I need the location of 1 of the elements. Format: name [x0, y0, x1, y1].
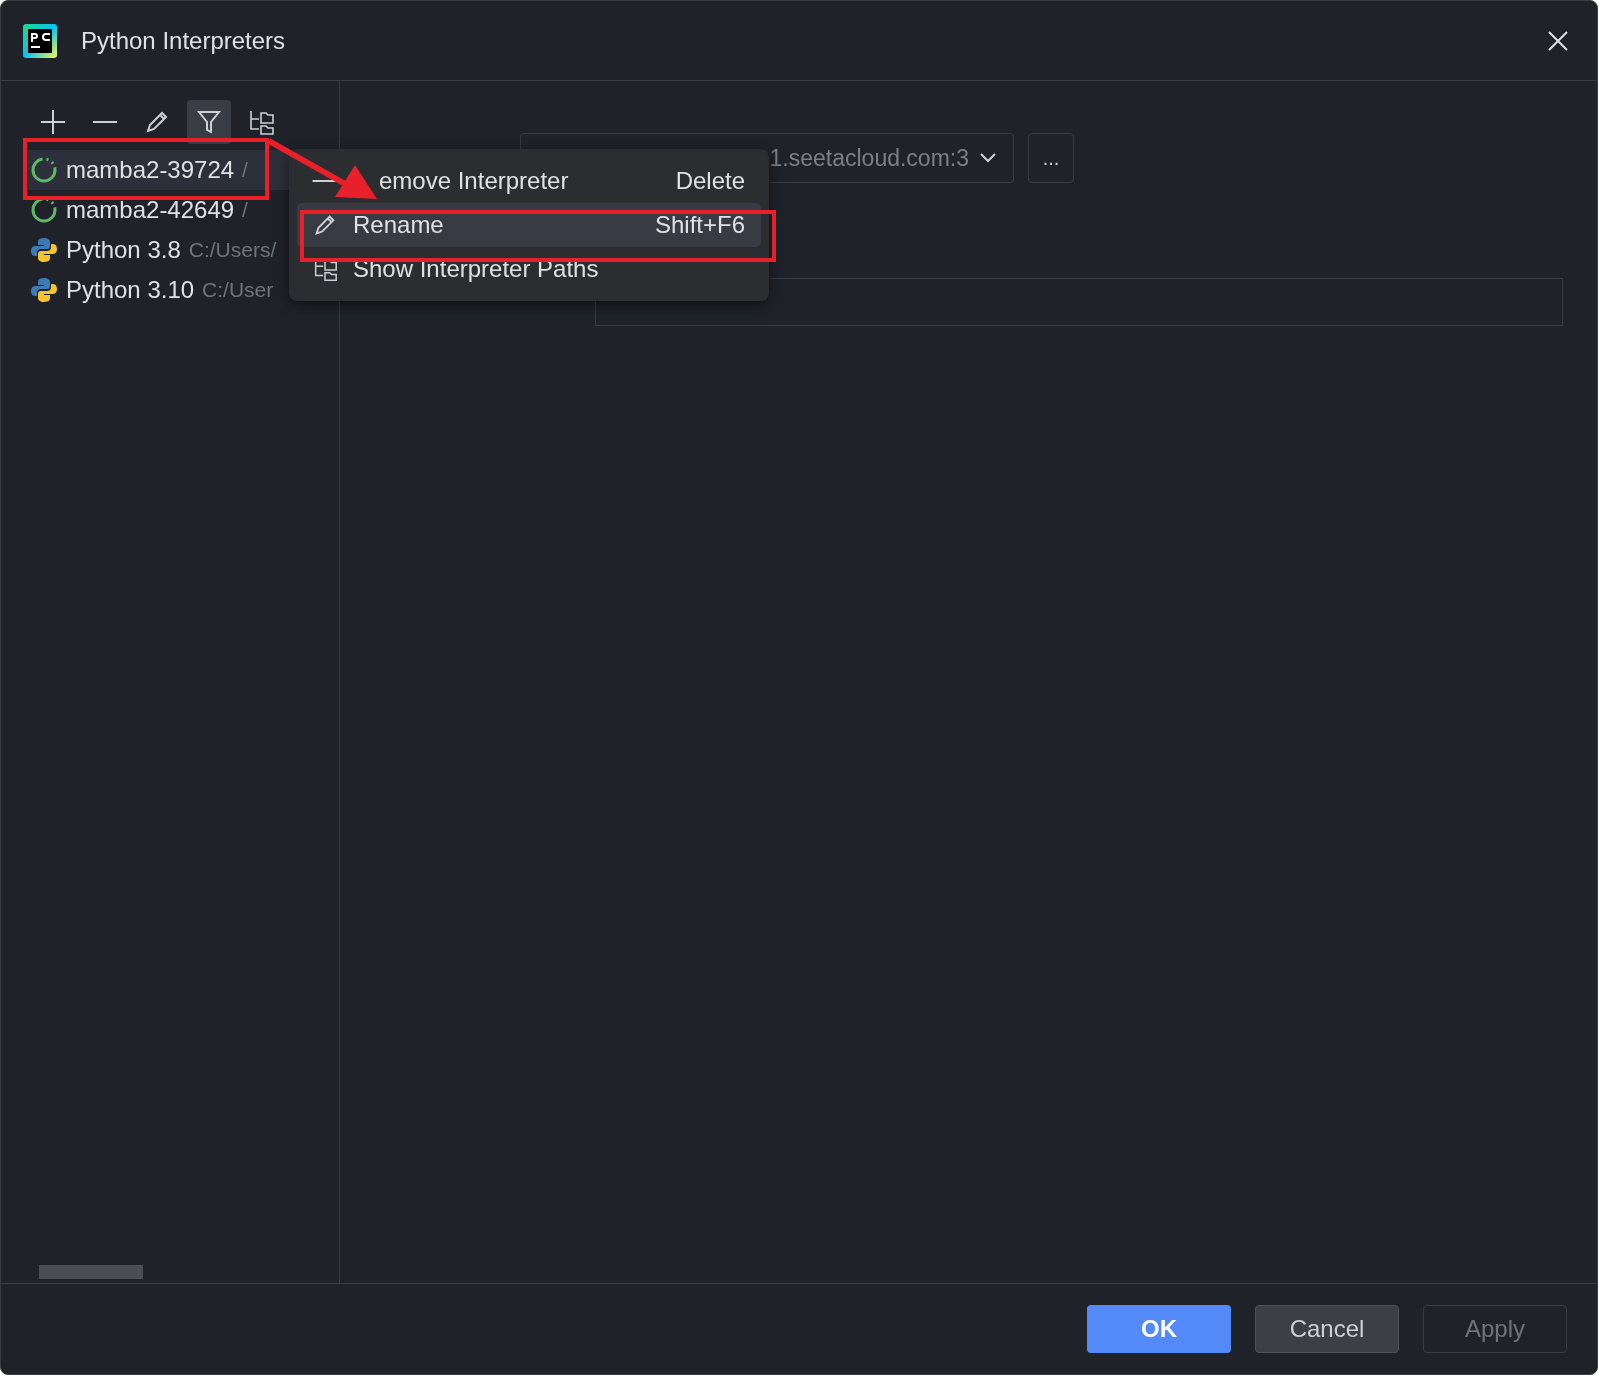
window-title: Python Interpreters — [81, 26, 286, 55]
